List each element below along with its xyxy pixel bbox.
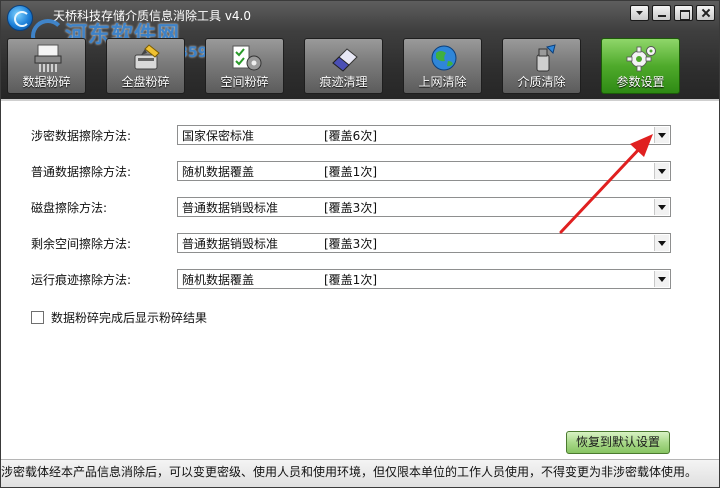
- setting-label: 运行痕迹擦除方法:: [31, 273, 132, 287]
- normal-erase-method-select[interactable]: 随机数据覆盖 [覆盖1次]: [177, 161, 671, 181]
- app-window: 天桥科技存储介质信息消除工具 v4.0 河东软件网 www.pc0359.cn: [0, 0, 720, 488]
- select-method: 国家保密标准: [182, 129, 255, 143]
- classified-erase-method-select[interactable]: 国家保密标准 [覆盖6次]: [177, 125, 671, 145]
- select-method: 随机数据覆盖: [182, 273, 255, 287]
- close-button[interactable]: [696, 5, 715, 21]
- chevron-down-icon[interactable]: [654, 199, 669, 215]
- tab-label: 空间粉碎: [220, 75, 269, 89]
- setting-row-free-space: 剩余空间擦除方法: 普通数据销毁标准 [覆盖3次]: [31, 233, 671, 255]
- tab-settings[interactable]: 参数设置: [601, 38, 680, 94]
- setting-row-classified: 涉密数据擦除方法: 国家保密标准 [覆盖6次]: [31, 125, 671, 147]
- tab-label: 全盘粉碎: [121, 75, 170, 89]
- settings-panel: 涉密数据擦除方法: 国家保密标准 [覆盖6次] 普通数据擦除方法: 随机数据覆盖…: [1, 99, 719, 459]
- tab-data-shred[interactable]: 数据粉碎: [7, 38, 86, 94]
- show-results-label: 数据粉碎完成后显示粉碎结果: [51, 311, 208, 325]
- chevron-down-icon[interactable]: [654, 163, 669, 179]
- select-passes: [覆盖6次]: [324, 129, 377, 143]
- dropdown-menu-icon[interactable]: [630, 5, 649, 21]
- select-passes: [覆盖1次]: [324, 165, 377, 179]
- title-toolbar: 天桥科技存储介质信息消除工具 v4.0 河东软件网 www.pc0359.cn: [1, 1, 719, 99]
- show-results-checkbox[interactable]: [31, 311, 44, 324]
- restore-defaults-button[interactable]: 恢复到默认设置: [566, 431, 670, 454]
- select-passes: [覆盖3次]: [324, 201, 377, 215]
- free-space-erase-method-select[interactable]: 普通数据销毁标准 [覆盖3次]: [177, 233, 671, 253]
- chevron-down-icon[interactable]: [654, 127, 669, 143]
- main-tabs: 数据粉碎 全盘粉碎 空间粉碎 痕迹清理 上网清除 介质清除 参数设置: [7, 38, 717, 96]
- maximize-button[interactable]: [674, 5, 693, 21]
- shredder-icon: [34, 44, 62, 72]
- select-passes: [覆盖3次]: [324, 237, 377, 251]
- tab-label: 参数设置: [616, 75, 665, 89]
- setting-label: 磁盘擦除方法:: [31, 201, 108, 215]
- tab-trace-clean[interactable]: 痕迹清理: [304, 38, 383, 94]
- chevron-down-icon[interactable]: [654, 235, 669, 251]
- tab-media-clean[interactable]: 介质清除: [502, 38, 581, 94]
- setting-row-normal: 普通数据擦除方法: 随机数据覆盖 [覆盖1次]: [31, 161, 671, 183]
- setting-label: 剩余空间擦除方法:: [31, 237, 132, 251]
- show-results-option[interactable]: 数据粉碎完成后显示粉碎结果: [31, 309, 331, 327]
- app-logo-icon: [7, 5, 33, 31]
- select-passes: [覆盖1次]: [324, 273, 377, 287]
- window-title: 天桥科技存储介质信息消除工具 v4.0: [53, 9, 252, 23]
- tab-label: 介质清除: [517, 75, 566, 89]
- tab-label: 数据粉碎: [22, 75, 71, 89]
- select-method: 普通数据销毁标准: [182, 237, 279, 251]
- select-method: 随机数据覆盖: [182, 165, 255, 179]
- tab-space-shred[interactable]: 空间粉碎: [205, 38, 284, 94]
- tab-label: 上网清除: [418, 75, 467, 89]
- globe-icon: [431, 45, 457, 71]
- gear-icon: [626, 46, 656, 72]
- tab-internet-clean[interactable]: 上网清除: [403, 38, 482, 94]
- chevron-down-icon[interactable]: [654, 271, 669, 287]
- select-method: 普通数据销毁标准: [182, 201, 279, 215]
- setting-row-trace: 运行痕迹擦除方法: 随机数据覆盖 [覆盖1次]: [31, 269, 671, 291]
- tab-full-disk-shred[interactable]: 全盘粉碎: [106, 38, 185, 94]
- space-shred-icon: [232, 45, 262, 71]
- disk-erase-method-select[interactable]: 普通数据销毁标准 [覆盖3次]: [177, 197, 671, 217]
- trace-erase-method-select[interactable]: 随机数据覆盖 [覆盖1次]: [177, 269, 671, 289]
- status-bar: 涉密载体经本产品信息消除后，可以变更密级、使用人员和使用环境，但仅限本单位的工作…: [1, 459, 719, 487]
- minimize-button[interactable]: [652, 5, 671, 21]
- setting-row-disk: 磁盘擦除方法: 普通数据销毁标准 [覆盖3次]: [31, 197, 671, 219]
- usb-drive-icon: [536, 44, 556, 72]
- disk-wipe-icon: [134, 44, 160, 70]
- eraser-icon: [332, 48, 358, 72]
- window-controls: [630, 5, 715, 21]
- setting-label: 普通数据擦除方法:: [31, 165, 132, 179]
- setting-label: 涉密数据擦除方法:: [31, 129, 132, 143]
- status-text: 涉密载体经本产品信息消除后，可以变更密级、使用人员和使用环境，但仅限本单位的工作…: [1, 465, 698, 479]
- tab-label: 痕迹清理: [319, 75, 368, 89]
